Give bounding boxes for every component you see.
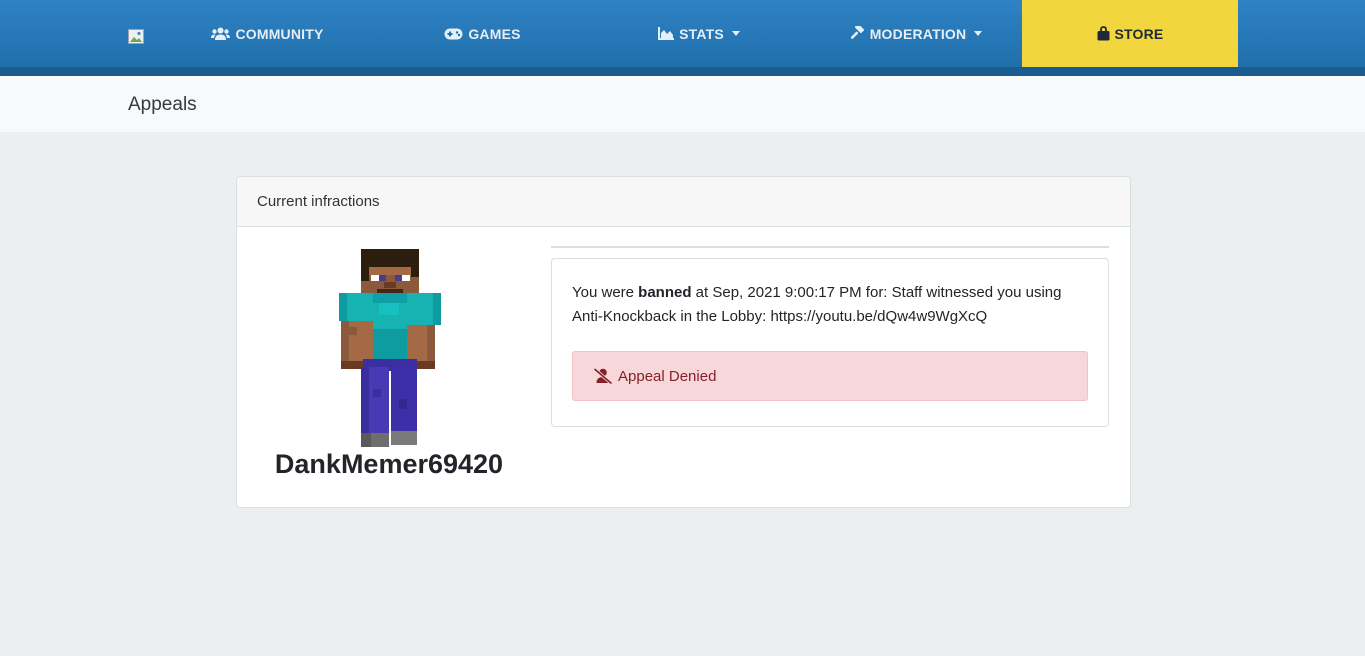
nav-games-label: GAMES: [468, 25, 521, 42]
top-navbar: COMMUNITY GAMES STATS MODERATION STORE: [0, 0, 1365, 67]
appeal-status-alert: Appeal Denied: [572, 351, 1088, 401]
chevron-down-icon: [974, 31, 983, 36]
breadcrumb: Appeals: [0, 76, 1365, 132]
infractions-card: Current infractions DankMemer69420 You w…: [236, 176, 1131, 508]
nav-community-label: COMMUNITY: [235, 25, 324, 42]
broken-image-icon: [128, 29, 144, 44]
nav-games[interactable]: GAMES: [430, 0, 535, 67]
nav-store[interactable]: STORE: [1022, 0, 1238, 67]
shopping-bag-icon: [1097, 26, 1109, 41]
infraction-entry: You were banned at Sep, 2021 9:00:17 PM …: [551, 258, 1109, 427]
nav-moderation-label: MODERATION: [869, 25, 967, 42]
chevron-down-icon: [731, 31, 740, 36]
gamepad-icon: [444, 28, 463, 39]
brand-logo-broken-image[interactable]: [128, 29, 145, 45]
infraction-description: You were banned at Sep, 2021 9:00:17 PM …: [572, 281, 1092, 329]
nav-moderation-dropdown[interactable]: MODERATION: [838, 0, 993, 67]
player-name: DankMemer69420: [274, 449, 504, 479]
infraction-action: banned: [638, 284, 692, 301]
divider: [551, 246, 1109, 248]
appeal-status-label: Appeal Denied: [618, 367, 717, 385]
navbar-accent-strip: [0, 67, 1365, 76]
chart-area-icon: [658, 27, 675, 40]
nav-store-label: STORE: [1114, 25, 1164, 42]
gavel-icon: [850, 26, 864, 39]
nav-stats-label: STATS: [679, 25, 724, 42]
card-header: Current infractions: [237, 177, 1130, 227]
user-slash-icon: [593, 368, 613, 384]
nav-community[interactable]: COMMUNITY: [195, 0, 340, 67]
minecraft-skin-icon: [339, 249, 441, 447]
nav-stats-dropdown[interactable]: STATS: [650, 0, 748, 67]
infraction-prefix: You were: [572, 284, 639, 301]
users-icon: [211, 27, 231, 40]
page-title: Appeals: [128, 94, 197, 115]
